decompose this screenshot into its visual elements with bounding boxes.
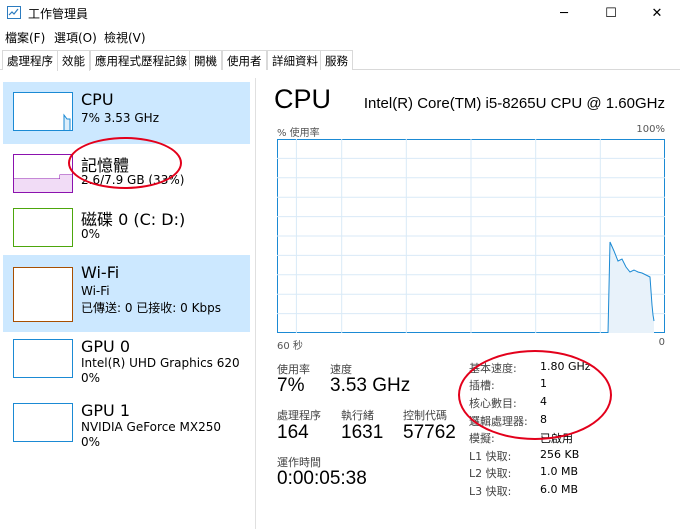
sidebar-item-name: GPU 0: [81, 337, 131, 356]
disk-thumbnail-graph: [13, 208, 73, 247]
spec-label: L3 快取:: [469, 485, 512, 498]
tab-details[interactable]: 詳細資料: [267, 50, 323, 70]
window-title: 工作管理員: [28, 7, 89, 21]
menu-bar: 檔案(F) 選項(O) 檢視(V): [0, 27, 680, 47]
task-manager-icon: [7, 6, 21, 19]
sidebar-item-detail: Wi-Fi: [81, 284, 110, 298]
page-title: CPU: [274, 84, 332, 114]
processes-label: 處理程序: [277, 409, 321, 422]
close-button[interactable]: ✕: [634, 0, 680, 26]
spec-label: 模擬:: [469, 432, 495, 445]
sidebar-item-cpu[interactable]: CPU 7% 3.53 GHz: [3, 82, 250, 144]
sidebar-item-wifi[interactable]: Wi-Fi Wi-Fi 已傳送: 0 已接收: 0 Kbps: [3, 255, 250, 332]
cpu-model-name: Intel(R) Core(TM) i5-8265U CPU @ 1.60GHz: [363, 95, 665, 112]
sidebar-item-gpu0[interactable]: GPU 0 Intel(R) UHD Graphics 620 0%: [3, 334, 250, 398]
sidebar-item-disk[interactable]: 磁碟 0 (C: D:) 0%: [3, 198, 250, 260]
wifi-thumbnail-graph: [13, 267, 73, 322]
tab-startup[interactable]: 開機: [189, 50, 222, 70]
close-icon: ✕: [651, 5, 663, 21]
spec-value: 256 KB: [540, 448, 580, 461]
speed-value: 3.53 GHz: [330, 375, 411, 396]
uptime-value: 0:00:05:38: [277, 468, 367, 489]
gpu0-thumbnail-graph: [13, 339, 73, 378]
cpu-detail-panel: CPU Intel(R) Core(TM) i5-8265U CPU @ 1.6…: [262, 78, 680, 529]
sidebar-item-name: CPU: [81, 90, 114, 109]
sidebar-item-detail: Intel(R) UHD Graphics 620: [81, 356, 240, 370]
cpu-utilization-graph: [277, 139, 665, 333]
sidebar-item-detail: 0%: [81, 371, 101, 385]
menu-view[interactable]: 檢視(V): [104, 29, 146, 46]
tab-app-history[interactable]: 應用程式歷程記錄: [90, 50, 192, 70]
sidebar-item-gpu1[interactable]: GPU 1 NVIDIA GeForce MX250 0%: [3, 398, 250, 462]
tab-services[interactable]: 服務: [320, 50, 353, 70]
spec-label: L2 快取:: [469, 467, 512, 480]
spec-value: 6.0 MB: [540, 483, 579, 496]
menu-options[interactable]: 選項(O): [54, 29, 97, 46]
memory-highlight-ellipse: [68, 137, 182, 189]
sidebar-item-detail: 0%: [81, 435, 101, 449]
sidebar-item-detail: NVIDIA GeForce MX250: [81, 420, 221, 434]
tab-users[interactable]: 使用者: [222, 50, 267, 70]
threads-value: 1631: [341, 422, 384, 443]
memory-thumbnail-graph: [13, 154, 73, 193]
graph-x-min: 0: [658, 337, 665, 348]
menu-file[interactable]: 檔案(F): [5, 29, 45, 46]
cpu-thumbnail-graph: [13, 92, 73, 131]
maximize-icon: ☐: [605, 5, 617, 21]
spec-label: L1 快取:: [469, 450, 512, 463]
sidebar-item-name: GPU 1: [81, 401, 131, 420]
handles-label: 控制代碼: [403, 409, 447, 422]
graph-y-label: % 使用率: [277, 128, 320, 139]
sidebar-item-detail: 已傳送: 0 已接收: 0 Kbps: [81, 301, 221, 315]
gpu1-thumbnail-graph: [13, 403, 73, 442]
graph-y-max: 100%: [636, 124, 665, 135]
maximize-button[interactable]: ☐: [588, 0, 634, 26]
threads-label: 執行緒: [341, 409, 374, 422]
specs-highlight-ellipse: [458, 350, 612, 440]
tab-bar: 處理程序 效能 應用程式歷程記錄 開機 使用者 詳細資料 服務: [0, 48, 680, 71]
tab-performance[interactable]: 效能: [57, 50, 90, 71]
utilization-value: 7%: [277, 375, 305, 396]
handles-value: 57762: [403, 422, 456, 443]
sidebar-item-detail: 0%: [81, 227, 101, 241]
tab-processes[interactable]: 處理程序: [2, 50, 58, 70]
spec-value: 1.0 MB: [540, 465, 579, 478]
graph-x-label: 60 秒: [277, 341, 303, 352]
minimize-button[interactable]: ─: [541, 0, 587, 26]
minimize-icon: ─: [560, 5, 568, 21]
processes-value: 164: [277, 422, 309, 443]
sidebar-item-detail: 7% 3.53 GHz: [81, 111, 160, 125]
sidebar-item-name: Wi-Fi: [81, 263, 120, 282]
title-bar: 工作管理員 ─ ☐ ✕: [0, 0, 680, 26]
